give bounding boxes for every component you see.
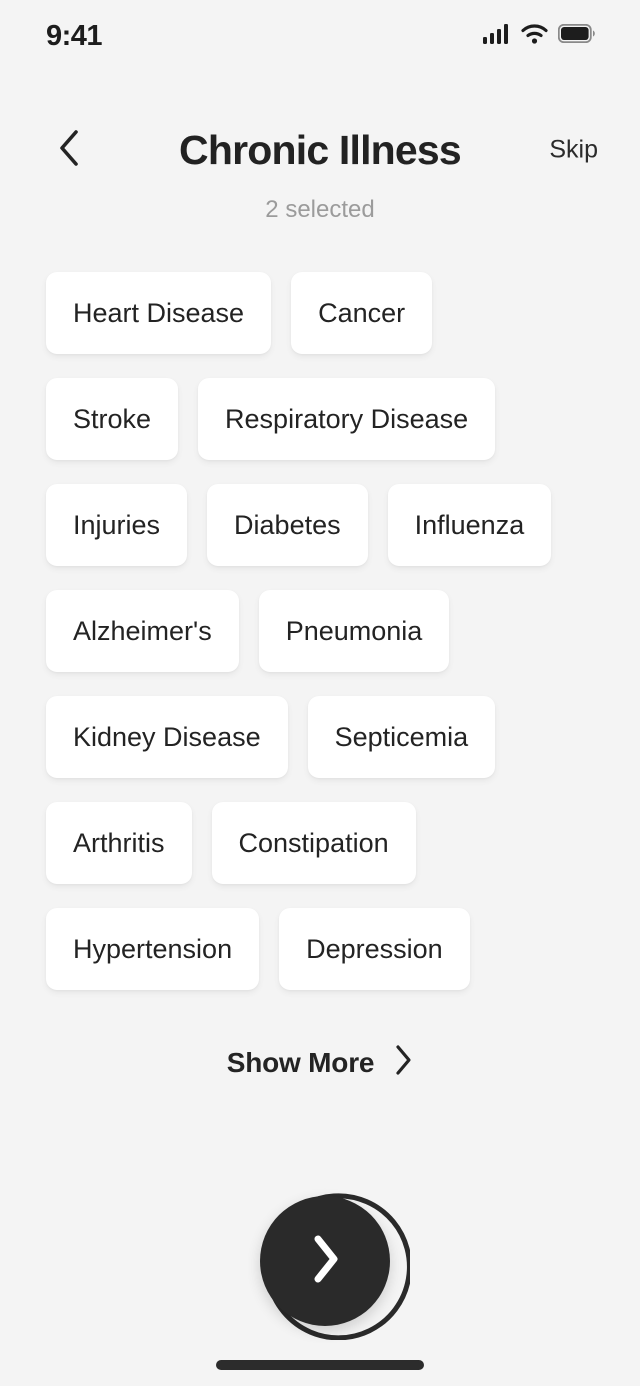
selected-count-label: 2 selected: [265, 196, 375, 223]
show-more-label: Show More: [226, 1046, 375, 1078]
chip-heart-disease[interactable]: Heart Disease: [46, 272, 272, 354]
show-more-button[interactable]: Show More: [0, 1044, 640, 1081]
skip-button[interactable]: Skip: [549, 136, 598, 165]
home-indicator: [216, 1360, 424, 1370]
header: Chronic Illness Skip: [0, 112, 640, 188]
chip-row: Heart Disease Cancer: [46, 272, 606, 354]
chip-pneumonia[interactable]: Pneumonia: [258, 590, 450, 672]
chip-kidney-disease[interactable]: Kidney Disease: [46, 696, 288, 778]
next-button-circle: [260, 1196, 390, 1326]
wifi-icon: [521, 23, 548, 49]
chip-injuries[interactable]: Injuries: [46, 484, 188, 566]
next-button[interactable]: [252, 1182, 410, 1340]
chip-hypertension[interactable]: Hypertension: [46, 908, 260, 990]
status-bar-icons: [483, 23, 596, 49]
chip-stroke[interactable]: Stroke: [46, 378, 179, 460]
chip-arthritis[interactable]: Arthritis: [46, 802, 192, 884]
chip-septicemia[interactable]: Septicemia: [307, 696, 496, 778]
page-title: Chronic Illness: [179, 127, 462, 173]
chip-cancer[interactable]: Cancer: [291, 272, 433, 354]
chip-row: Alzheimer's Pneumonia: [46, 590, 606, 672]
chip-influenza[interactable]: Influenza: [387, 484, 552, 566]
chip-row: Stroke Respiratory Disease: [46, 378, 606, 460]
chip-row: Injuries Diabetes Influenza: [46, 484, 606, 566]
status-bar-time: 9:41: [46, 19, 103, 52]
chip-alzheimers[interactable]: Alzheimer's: [46, 590, 239, 672]
chip-row: Hypertension Depression: [46, 908, 606, 990]
chip-row: Arthritis Constipation: [46, 802, 606, 884]
chip-diabetes[interactable]: Diabetes: [207, 484, 368, 566]
chip-respiratory-disease[interactable]: Respiratory Disease: [198, 378, 496, 460]
chip-row: Kidney Disease Septicemia: [46, 696, 606, 778]
chip-depression[interactable]: Depression: [279, 908, 470, 990]
chevron-right-icon: [393, 1044, 413, 1081]
chip-constipation[interactable]: Constipation: [211, 802, 416, 884]
battery-icon: [557, 23, 596, 48]
cellular-signal-icon: [483, 23, 511, 49]
chronic-illness-screen: 9:41 Chronic Illness Skip 2 selected Hea…: [0, 0, 640, 1386]
illness-chip-group: Heart Disease Cancer Stroke Respiratory …: [46, 272, 606, 1014]
status-bar: 9:41: [0, 0, 640, 72]
chevron-right-icon: [308, 1233, 342, 1290]
